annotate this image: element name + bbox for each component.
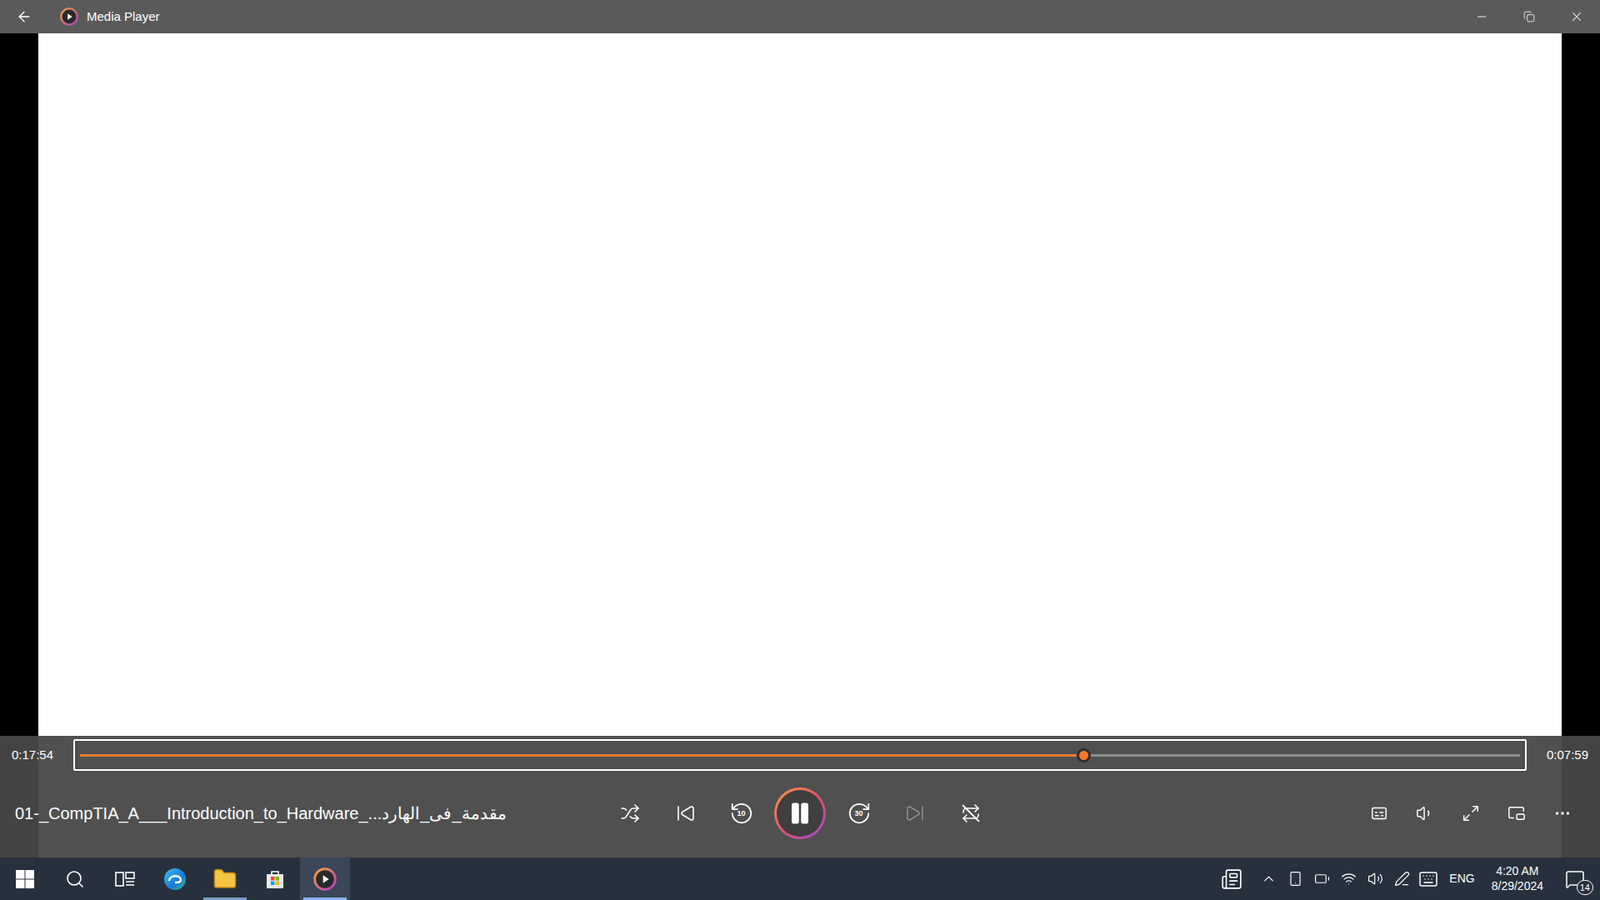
minimize-icon [1475,10,1489,24]
restore-icon [1523,10,1535,23]
volume-tray-button[interactable] [1362,857,1388,900]
transport-controls: 10 30 [606,787,994,840]
fullscreen-icon [1461,804,1480,823]
title-bar: Media Player [0,0,1600,34]
back-arrow-icon [15,8,33,25]
volume-icon [1367,870,1384,887]
search-taskbar-button[interactable] [50,857,100,900]
volume-icon [1415,804,1435,823]
keyboard-tray-button[interactable] [1415,857,1441,900]
media-player-logo-icon [313,867,337,891]
captions-icon [1370,804,1389,823]
previous-button[interactable] [662,793,709,834]
wifi-tray-button[interactable] [1335,857,1361,900]
controls-panel: 0:17:54 0:07:59 01-_CompTIA_A___Introducti… [0,735,1600,858]
battery-tray-button[interactable] [1309,857,1335,900]
open-indicator [303,897,347,900]
chevron-tray-button[interactable] [1255,857,1281,900]
view-controls [993,793,1585,834]
folder-icon [212,866,238,892]
volume-button[interactable] [1401,793,1448,834]
close-icon [1569,9,1585,25]
task-view-icon [114,869,136,890]
news-icon [1220,868,1243,890]
task-view-taskbar-button[interactable] [100,857,150,900]
edge-logo-icon [162,866,188,892]
more-button[interactable] [1539,793,1585,834]
battery-icon [1314,870,1330,887]
remaining-time: 0:07:59 [1533,745,1589,765]
phone-icon [1287,870,1304,887]
notification-count: 14 [1576,880,1594,895]
pause-icon [787,800,813,826]
elapsed-time: 0:17:54 [11,745,67,765]
captions-button[interactable] [1355,793,1402,834]
news-tray-button[interactable] [1209,857,1255,900]
restore-button[interactable] [1505,0,1553,34]
desktop: Media Player 0:17:54 0:07:59 01-_CompTIA_A_… [0,0,1600,900]
media-player-logo-icon [60,7,79,26]
controls-row: 01-_CompTIA_A___Introduction_to_Hardware… [0,774,1600,858]
edge-taskbar-button[interactable] [150,857,200,900]
more-icon [1553,804,1572,823]
seek-fill [80,754,1084,757]
notifications-button[interactable]: 14 [1553,857,1597,900]
forward-button[interactable]: 30 [835,793,882,834]
next-button[interactable] [891,793,938,834]
keyboard-icon [1418,869,1439,890]
rewind-button[interactable]: 10 [718,793,765,834]
mini-view-button[interactable] [1493,793,1540,834]
language-indicator[interactable]: ENG [1442,870,1481,888]
taskbar: ENG4:20 AM8/29/202414 [0,857,1600,900]
file-explorer-taskbar-button[interactable] [200,857,250,900]
window-title: Media Player [86,7,160,27]
close-button[interactable] [1552,0,1600,34]
phone-tray-button[interactable] [1282,857,1308,900]
fullscreen-button[interactable] [1447,793,1494,834]
windows-logo-icon [15,869,35,890]
wifi-icon [1340,870,1357,887]
video-frame [38,33,1562,858]
clock[interactable]: 4:20 AM8/29/2024 [1483,864,1552,894]
search-icon [65,869,85,890]
shuffle-icon [620,803,640,824]
chevron-up-icon [1260,870,1277,887]
next-icon [905,803,925,824]
now-playing-title: 01-_CompTIA_A___Introduction_to_Hardware… [15,804,507,823]
store-icon [263,867,287,891]
seek-row: 0:17:54 0:07:59 [0,735,1600,775]
repeat-button[interactable] [947,793,994,834]
clock-time: 4:20 AM [1495,864,1539,880]
pen-tray-button[interactable] [1389,857,1415,900]
mini-view-icon [1507,804,1526,823]
start-taskbar-button[interactable] [0,857,50,900]
store-taskbar-button[interactable] [250,857,300,900]
pen-icon [1394,870,1410,887]
media-player-taskbar-button[interactable] [300,857,350,900]
seek-thumb[interactable] [1076,748,1091,763]
open-indicator [203,897,247,900]
clock-date: 8/29/2024 [1491,879,1544,895]
shuffle-button[interactable] [606,793,653,834]
back-button[interactable] [0,0,49,34]
play-pause-button[interactable] [774,787,826,840]
previous-icon [675,803,696,824]
seek-track [80,754,1520,757]
minimize-button[interactable] [1457,0,1505,34]
video-area[interactable]: 0:17:54 0:07:59 01-_CompTIA_A___Introducti… [0,33,1600,858]
seek-bar[interactable] [73,739,1527,771]
